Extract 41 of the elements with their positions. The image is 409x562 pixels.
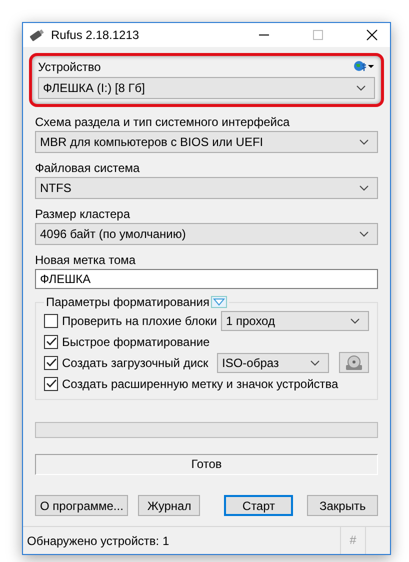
group-title: Параметры форматирования bbox=[46, 295, 210, 309]
status-bar-text: Обнаружено устройств: 1 bbox=[26, 534, 170, 548]
chevron-down-icon bbox=[359, 185, 369, 191]
chevron-down-icon bbox=[310, 360, 320, 366]
chevron-down-icon bbox=[356, 85, 366, 91]
input-field[interactable]: ФЛЕШКА bbox=[35, 269, 378, 289]
checkbox[interactable] bbox=[44, 376, 58, 390]
dropdown[interactable]: 1 проход bbox=[220, 310, 369, 330]
action-button[interactable]: О программе... bbox=[35, 495, 128, 516]
dropdown[interactable]: ISO-образ bbox=[217, 352, 329, 372]
field-label: Новая метка тома bbox=[35, 253, 137, 267]
checkbox[interactable] bbox=[44, 356, 58, 370]
select-image-button[interactable] bbox=[339, 352, 369, 373]
close-icon[interactable] bbox=[366, 29, 378, 41]
checkbox[interactable] bbox=[44, 314, 58, 328]
status-text: Готов bbox=[35, 454, 378, 475]
device-dropdown[interactable]: ФЛЕШКА (I:) [8 Гб] bbox=[38, 77, 375, 99]
field-label: Файловая система bbox=[35, 161, 141, 175]
checkbox-label: Создать загрузочный диск bbox=[62, 356, 208, 370]
chevron-down-icon bbox=[350, 318, 360, 324]
field-label: Устройство bbox=[38, 60, 101, 74]
field-label: Схема раздела и тип системного интерфейса bbox=[35, 115, 291, 129]
usb-drive-icon bbox=[29, 28, 45, 42]
dropdown[interactable]: NTFS bbox=[35, 177, 378, 199]
action-button[interactable]: Старт bbox=[224, 495, 294, 516]
dropdown[interactable]: 4096 байт (по умолчанию) bbox=[35, 223, 378, 245]
chevron-down-icon bbox=[359, 139, 369, 145]
chevron-down-icon bbox=[359, 231, 369, 237]
action-button[interactable]: Закрыть bbox=[307, 495, 378, 516]
checkbox-label: Проверить на плохие блоки bbox=[62, 314, 217, 328]
disc-drive-icon bbox=[344, 354, 364, 372]
action-button[interactable]: Журнал bbox=[138, 495, 200, 516]
field-label: Размер кластера bbox=[35, 207, 132, 221]
dropdown[interactable]: MBR для компьютеров с BIOS или UEFI bbox=[35, 131, 378, 153]
language-icon[interactable] bbox=[353, 60, 375, 74]
expand-toggle-icon[interactable] bbox=[211, 296, 228, 308]
window-title: Rufus 2.18.1213 bbox=[51, 28, 140, 42]
checkbox-label: Создать расширенную метку и значок устройства bbox=[62, 376, 338, 390]
checkbox[interactable] bbox=[44, 334, 58, 348]
status-bar-hash: # bbox=[340, 527, 366, 554]
checkbox-label: Быстрое форматирование bbox=[62, 334, 210, 348]
